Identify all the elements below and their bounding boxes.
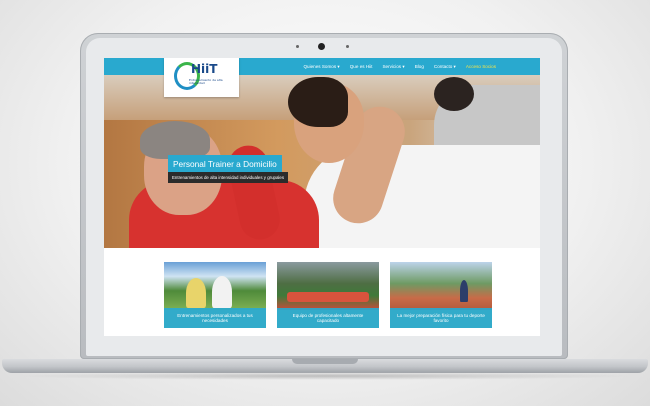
card-caption: La mejor preparación física para tu depo… — [390, 308, 492, 328]
slide-title: Personal Trainer a Domicilio — [168, 155, 282, 173]
feature-card-personalized[interactable]: Entrenamientos personalizados a tus nece… — [164, 262, 266, 328]
card-image-couple-outdoors — [164, 262, 266, 310]
card-figure — [287, 292, 369, 302]
hero-photo-older-man-hair — [140, 121, 210, 159]
logo-subtext: Entrenamiento de alta intensidad — [189, 78, 223, 85]
nav-item-quienes-somos[interactable]: Quienes Somos ▾ — [303, 64, 339, 70]
card-figure — [186, 278, 206, 308]
sensor-dot — [346, 45, 349, 48]
hero-slider[interactable]: Personal Trainer a Domicilio Entrenamien… — [104, 75, 540, 248]
card-figure — [460, 280, 468, 302]
card-image-group-training — [277, 262, 379, 310]
card-image-tennis-court — [390, 262, 492, 310]
nav-item-que-es-hiit[interactable]: Que es Hiit — [350, 64, 373, 69]
webcam-icon — [318, 43, 325, 50]
site-logo[interactable]: HiiT Entrenamiento de alta intensidad — [164, 58, 239, 97]
logo-text: HiiT — [191, 62, 218, 76]
feature-card-team[interactable]: Equipo de profesionales altamente capaci… — [277, 262, 379, 328]
card-caption: Equipo de profesionales altamente capaci… — [277, 308, 379, 328]
feature-card-sports[interactable]: La mejor preparación física para tu depo… — [390, 262, 492, 328]
main-menu: Quienes Somos ▾ Que es Hiit Servicios ▾ … — [303, 58, 496, 75]
nav-item-contacto[interactable]: Contacto ▾ — [434, 64, 456, 70]
nav-item-acceso-socios[interactable]: Acceso Socios — [466, 64, 496, 69]
hero-photo-head-back — [434, 77, 474, 111]
nav-item-blog[interactable]: Blog — [415, 64, 424, 69]
laptop-screen: HiiT Entrenamiento de alta intensidad Qu… — [104, 58, 540, 336]
card-caption: Entrenamientos personalizados a tus nece… — [164, 308, 266, 328]
card-figure — [212, 276, 232, 308]
microphone-dot — [296, 45, 299, 48]
hero-photo-young-man-hair — [288, 77, 348, 127]
laptop-base-notch — [292, 359, 358, 364]
laptop-shadow — [10, 372, 640, 380]
feature-cards: Entrenamientos personalizados a tus nece… — [104, 248, 540, 336]
slide-subtitle: Entrenamientos de alta intensidad indivi… — [168, 172, 289, 183]
nav-item-servicios[interactable]: Servicios ▾ — [382, 64, 404, 70]
